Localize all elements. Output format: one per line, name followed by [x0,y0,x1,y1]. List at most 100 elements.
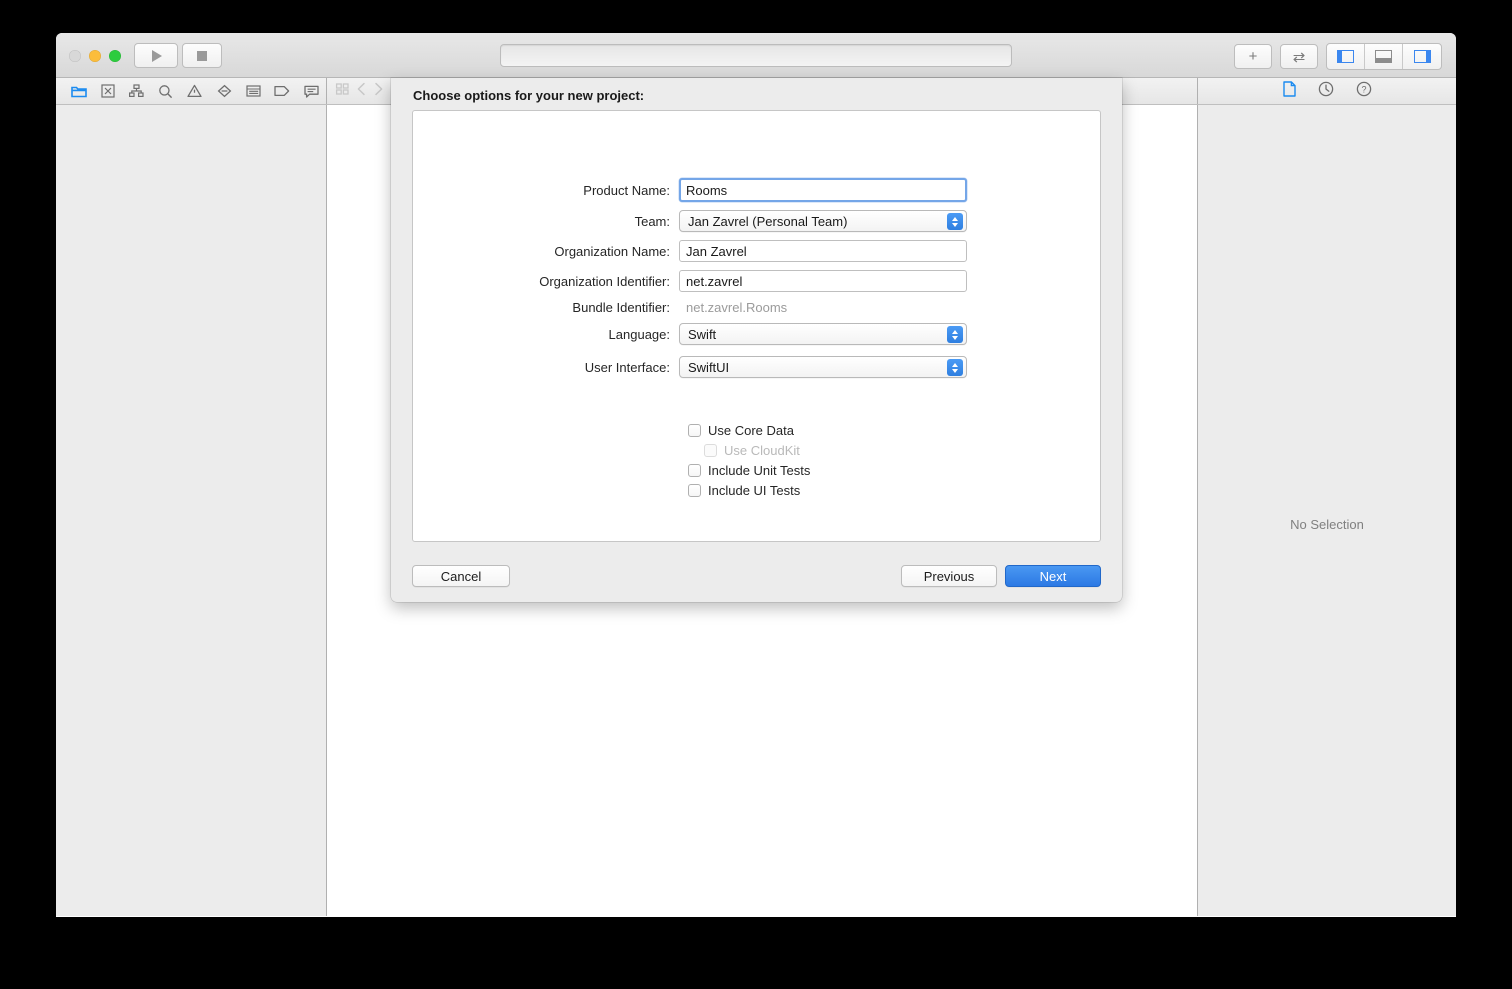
team-popup-button[interactable]: Jan Zavrel (Personal Team) [679,210,967,232]
play-icon [152,49,162,62]
issue-navigator-button[interactable] [180,80,209,102]
activity-status-bar[interactable] [500,44,1012,67]
new-project-options-sheet: Choose options for your new project: Pro… [391,78,1122,602]
plus-icon: + [1248,48,1258,65]
include-ui-tests-checkbox[interactable] [688,483,701,497]
organization-identifier-label: Organization Identifier: [539,273,670,289]
organization-name-label: Organization Name: [554,243,670,259]
quick-help-inspector-button[interactable]: ? [1356,81,1372,102]
use-cloudkit-label: Use CloudKit [724,442,800,458]
sheet-title: Choose options for your new project: [413,88,645,103]
diamond-icon [217,84,231,98]
run-button[interactable] [134,43,178,68]
project-navigator-button[interactable] [64,80,93,102]
minimize-window-button[interactable] [89,50,101,62]
bottom-panel-icon [1375,50,1392,63]
grid-icon [335,82,349,95]
history-inspector-button[interactable] [1318,81,1334,102]
toggle-debug-area-button[interactable] [1365,44,1403,69]
test-navigator-button[interactable] [210,80,239,102]
speech-bubble-icon [304,85,319,98]
right-panel-icon [1413,50,1431,63]
related-items-button[interactable] [335,82,350,101]
user-interface-value: SwiftUI [688,359,730,375]
cancel-button[interactable]: Cancel [412,565,510,587]
question-mark-icon: ? [1356,81,1371,96]
list-icon [246,85,261,97]
next-button[interactable]: Next [1005,565,1101,587]
stop-button[interactable] [182,43,222,68]
previous-button[interactable]: Previous [901,565,997,587]
checkbox-row-include-unit-tests[interactable]: Include Unit Tests [688,460,810,480]
inspector-empty-message: No Selection [1290,517,1364,532]
breakpoint-navigator-button[interactable] [268,80,297,102]
bundle-identifier-label: Bundle Identifier: [572,300,670,315]
form-row-organization-identifier: Organization Identifier: net.zavrel [413,270,1100,292]
checkbox-row-use-core-data[interactable]: Use Core Data [688,420,810,440]
source-control-icon [101,84,115,98]
team-value: Jan Zavrel (Personal Team) [688,213,848,229]
language-popup-button[interactable]: Swift [679,323,967,345]
stop-icon [197,50,207,61]
svg-text:?: ? [1361,84,1366,94]
window-titlebar: + ⇄ [56,33,1456,78]
source-control-navigator-button[interactable] [93,80,122,102]
search-icon [159,84,173,98]
form-row-team: Team: Jan Zavrel (Personal Team) [413,210,1100,232]
form-row-language: Language: Swift [413,323,1100,345]
file-inspector-button[interactable] [1282,80,1296,102]
team-stepper-icon [947,213,963,230]
product-name-label: Product Name: [583,182,670,198]
navigator-pane[interactable] [56,105,327,916]
include-ui-tests-label: Include UI Tests [708,482,801,498]
hierarchy-icon [129,84,144,98]
user-interface-label: User Interface: [584,359,670,375]
include-unit-tests-label: Include Unit Tests [708,462,811,478]
symbol-navigator-button[interactable] [122,80,151,102]
toggle-editor-mode-button[interactable]: ⇄ [1280,44,1318,69]
bundle-identifier-value: net.zavrel.Rooms [686,300,788,315]
organization-name-input[interactable]: Jan Zavrel [679,240,967,262]
zoom-window-button[interactable] [109,50,121,62]
add-editor-button[interactable]: + [1234,44,1272,69]
language-label: Language: [608,326,670,342]
go-forward-button[interactable] [373,82,384,101]
clock-icon [1318,81,1333,96]
find-navigator-button[interactable] [151,80,180,102]
chevron-left-icon [357,82,365,95]
include-unit-tests-checkbox[interactable] [688,463,701,477]
toggle-navigator-button[interactable] [1327,44,1365,69]
folder-icon [70,86,87,98]
inspector-pane: No Selection [1198,105,1456,916]
form-row-bundle-identifier: Bundle Identifier: net.zavrel.Rooms [413,300,1100,315]
form-row-organization-name: Organization Name: Jan Zavrel [413,240,1100,262]
traffic-lights [69,50,121,62]
organization-identifier-input[interactable]: net.zavrel [679,270,967,292]
form-row-product-name: Product Name: Rooms [413,178,1100,202]
swap-arrows-icon: ⇄ [1292,48,1306,66]
team-label: Team: [634,213,670,229]
project-options-checkboxes: Use Core Data Use CloudKit Include Unit … [688,420,810,500]
checkbox-row-include-ui-tests[interactable]: Include UI Tests [688,480,810,500]
sheet-footer: Cancel Previous Next [412,565,1101,587]
use-cloudkit-checkbox [704,443,717,457]
debug-navigator-button[interactable] [239,80,268,102]
product-name-input[interactable]: Rooms [679,178,967,202]
language-value: Swift [688,326,717,342]
user-interface-stepper-icon [947,359,963,376]
sheet-content-box: Product Name: Rooms Team: Jan Zavrel (Pe… [412,110,1101,542]
left-panel-icon [1337,50,1354,63]
report-navigator-button[interactable] [297,80,326,102]
inspector-selector-bar: ? [1198,78,1456,104]
panel-toggle-group [1326,43,1442,70]
document-icon [1282,80,1296,97]
toolbar-right-group: + ⇄ [1234,43,1442,70]
checkbox-row-use-cloudkit: Use CloudKit [688,440,810,460]
use-core-data-checkbox[interactable] [688,423,701,437]
go-back-button[interactable] [356,82,367,101]
close-window-button[interactable] [69,50,81,62]
chevron-right-icon [375,82,383,95]
toggle-inspector-button[interactable] [1403,44,1441,69]
user-interface-popup-button[interactable]: SwiftUI [679,356,967,378]
form-row-user-interface: User Interface: SwiftUI [413,356,1100,378]
